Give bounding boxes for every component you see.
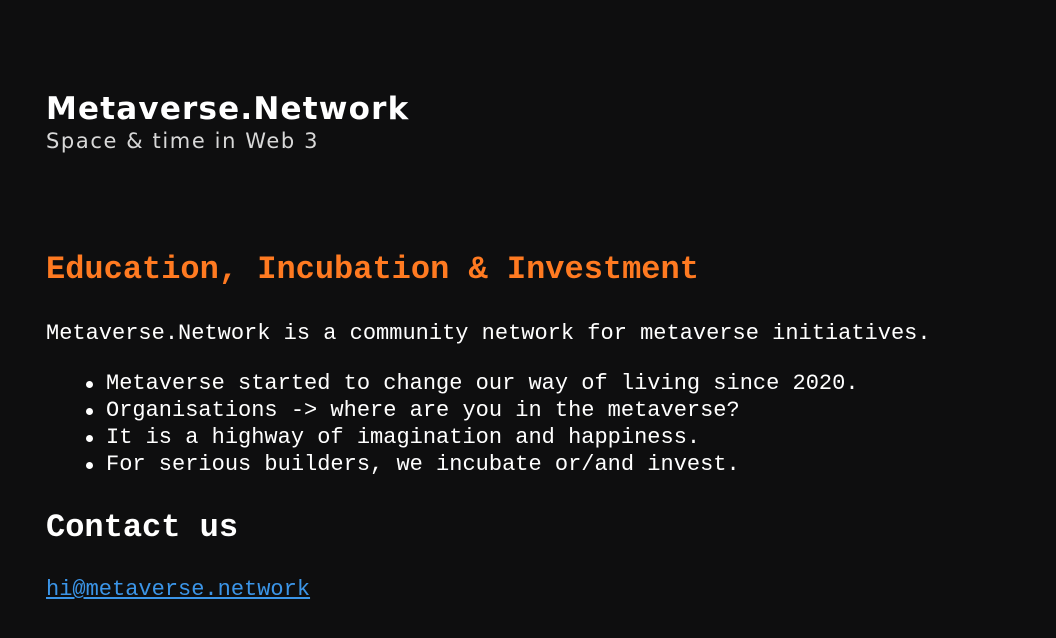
site-title: Metaverse.Network [46, 91, 410, 127]
bullet-dot-icon [86, 462, 93, 469]
site-tagline: Space & time in Web 3 [46, 129, 320, 153]
list-item: It is a highway of imagination and happi… [86, 424, 1046, 451]
bullet-dot-icon [86, 381, 93, 388]
main-content: Education, Incubation & Investment Metav… [46, 248, 1046, 604]
intro-text: Metaverse.Network is a community network… [46, 321, 931, 346]
list-item: Organisations -> where are you in the me… [86, 397, 1046, 424]
bullet-dot-icon [86, 435, 93, 442]
list-item-text: Organisations -> where are you in the me… [106, 398, 740, 423]
list-item-text: It is a highway of imagination and happi… [106, 425, 701, 450]
section-heading: Education, Incubation & Investment [46, 251, 699, 288]
bullet-dot-icon [86, 408, 93, 415]
brand-header: Metaverse.Network Space & time in Web 3 [46, 90, 409, 154]
list-item-text: Metaverse started to change our way of l… [106, 371, 859, 396]
email-link[interactable]: hi@metaverse.network [46, 576, 310, 604]
feature-list: Metaverse started to change our way of l… [46, 370, 1046, 478]
list-item: Metaverse started to change our way of l… [86, 370, 1046, 397]
list-item: For serious builders, we incubate or/and… [86, 451, 1046, 478]
contact-heading: Contact us [46, 509, 239, 546]
list-item-text: For serious builders, we incubate or/and… [106, 452, 740, 477]
